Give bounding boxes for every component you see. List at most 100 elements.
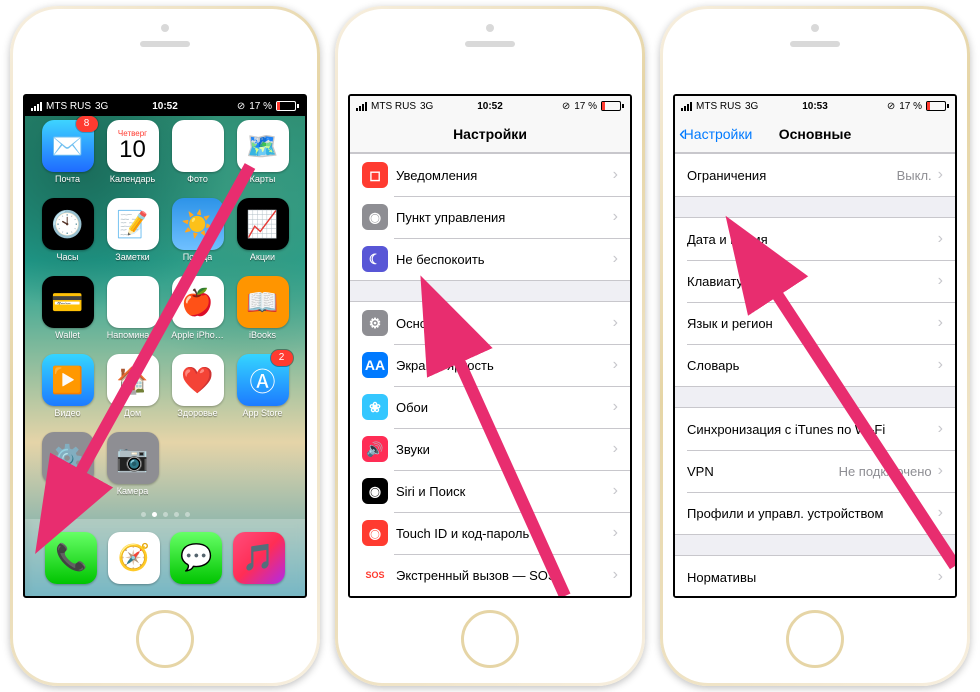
app-facetime[interactable]: 🍎Apple iPho… [165,276,230,354]
back-button[interactable]: ‹ Настройки [679,124,752,144]
app-stocks[interactable]: 📈Акции [230,198,295,276]
rotation-lock-icon: ⊘ [887,101,895,112]
app-videos[interactable]: ▶️Видео [35,354,100,432]
notes-icon: 📝 [107,198,159,250]
row-sos[interactable]: SOSЭкстренный вызов — SOS› [350,554,630,596]
row-sounds[interactable]: 🔊 Звуки› [350,428,630,470]
row-siri[interactable]: ◉Siri и Поиск› [350,470,630,512]
iphone-device-3: MTS RUS 3G 10:53 ⊘ 17 % ‹ Настройки Осно… [660,6,970,686]
row-wallpaper[interactable]: ❀Обои› [350,386,630,428]
app-reminders[interactable]: ☰ Напомина… [100,276,165,354]
page-indicator[interactable] [25,512,305,517]
app-photos[interactable]: ❀Фото [165,120,230,198]
clock-label: 10:52 [477,101,503,112]
settings-app: MTS RUS 3G 10:52 ⊘ 17 % Настройки ◻︎Увед… [350,96,630,596]
app-ibooks[interactable]: 📖iBooks [230,276,295,354]
app-weather[interactable]: ☀️Погода [165,198,230,276]
sounds-icon: 🔊 [362,436,388,462]
home-button[interactable] [136,610,194,668]
dock-app-phone[interactable]: 📞 [45,532,97,584]
app-health[interactable]: ❤️Здоровье [165,354,230,432]
row-vpn[interactable]: VPNНе подключено› [675,450,955,492]
settings-list[interactable]: ОграниченияВыкл.› Дата и время›Клавиатур… [675,153,955,596]
row-label: Обои [396,400,613,415]
status-bar: MTS RUS 3G 10:52 ⊘ 17 % [350,96,630,116]
row-itunes-wifi[interactable]: Синхронизация с iTunes по Wi-Fi› [675,408,955,450]
row-label: Язык и регион [687,316,938,331]
network-label: 3G [95,101,108,112]
earpiece-speaker [465,41,515,47]
app-label: Apple iPho… [171,330,224,340]
settings-general: MTS RUS 3G 10:53 ⊘ 17 % ‹ Настройки Осно… [675,96,955,596]
app-appstore[interactable]: Ⓐ22App Store [230,354,295,432]
touchid-icon: ◉ [362,520,388,546]
row-label: Профили и управл. устройством [687,506,938,521]
calendar-icon: Четверг10 [107,120,159,172]
app-label: Камера [117,486,148,496]
home-button[interactable] [461,610,519,668]
camera-icon: 📷 [107,432,159,484]
app-clock[interactable]: 🕙Часы [35,198,100,276]
battery-percent: 17 % [899,101,922,112]
row-notifications[interactable]: ◻︎Уведомления› [350,154,630,196]
row-datetime[interactable]: Дата и время› [675,218,955,260]
sos-icon: SOS [362,562,388,588]
row-label: Пункт управления [396,210,613,225]
calendar-day: 10 [119,138,146,162]
home-button[interactable] [786,610,844,668]
row-dictionary[interactable]: Словарь› [675,344,955,386]
row-label: VPN [687,464,839,479]
row-restrictions[interactable]: ОграниченияВыкл.› [675,154,955,196]
row-language[interactable]: Язык и регион› [675,302,955,344]
navbar: Настройки [350,116,630,153]
app-calendar[interactable]: Четверг10Календарь [100,120,165,198]
settings-list[interactable]: ◻︎Уведомления› ◉ Пункт управления › ☾Не бесп… [350,153,630,596]
row-regulatory[interactable]: Нормативы› [675,556,955,596]
chevron-right-icon: › [938,356,943,374]
row-control-center[interactable]: ◉Пункт управления› [350,196,630,238]
dock-app-music[interactable]: 🎵 [233,532,285,584]
dock-app-messages[interactable]: 💬 [170,532,222,584]
dnd-icon: ☾ [362,246,388,272]
app-grid: ✉️8ПочтаЧетверг10Календарь❀Фото🗺️Карты 🕙Ч… [25,116,305,510]
app-label: App Store [242,408,282,418]
app-label: Напомина… [107,330,159,340]
wallet-icon: 💳 [42,276,94,328]
app-label: Здоровье [177,408,217,418]
carrier-label: MTS RUS [371,101,416,112]
control-center-icon: ◉ [362,204,388,230]
app-mail[interactable]: ✉️8Почта [35,120,100,198]
app-wallet[interactable]: 💳Wallet [35,276,100,354]
chevron-right-icon: › [938,272,943,290]
row-label: Экстренный вызов — SOS [396,568,613,583]
chevron-right-icon: › [938,166,943,184]
chevron-right-icon: › [613,440,618,458]
app-camera[interactable]: 📷 Камера [100,432,165,510]
row-dnd[interactable]: ☾Не беспокоить› [350,238,630,280]
row-label: Звуки [396,442,613,457]
network-label: 3G [745,101,758,112]
battery-percent: 17 % [249,101,272,112]
battery-icon [926,101,949,111]
row-keyboard[interactable]: Клавиатура› [675,260,955,302]
app-home[interactable]: 🏠Дом [100,354,165,432]
app-label: Почта [55,174,80,184]
app-notes[interactable]: 📝Заметки [100,198,165,276]
dock-app-safari[interactable]: 🧭 [108,532,160,584]
reminders-icon: ☰ [107,276,159,328]
status-bar: MTS RUS 3G 10:52 ⊘ 17 % [25,96,305,116]
app-label: Видео [54,408,80,418]
chevron-right-icon: › [938,230,943,248]
safari-icon: 🧭 [108,532,160,584]
row-display[interactable]: AAЭкран и яркость› [350,344,630,386]
row-touchid[interactable]: ◉Touch ID и код-пароль› [350,512,630,554]
row-general[interactable]: ⚙︎Основные› [350,302,630,344]
row-profiles[interactable]: Профили и управл. устройством› [675,492,955,534]
app-maps[interactable]: 🗺️Карты [230,120,295,198]
signal-icon [356,102,367,111]
app-settings[interactable]: ⚙️Настройки [35,432,100,510]
row-label: Экран и яркость [396,358,613,373]
row-label: Ограничения [687,168,897,183]
chevron-right-icon: › [613,166,618,184]
network-label: 3G [420,101,433,112]
